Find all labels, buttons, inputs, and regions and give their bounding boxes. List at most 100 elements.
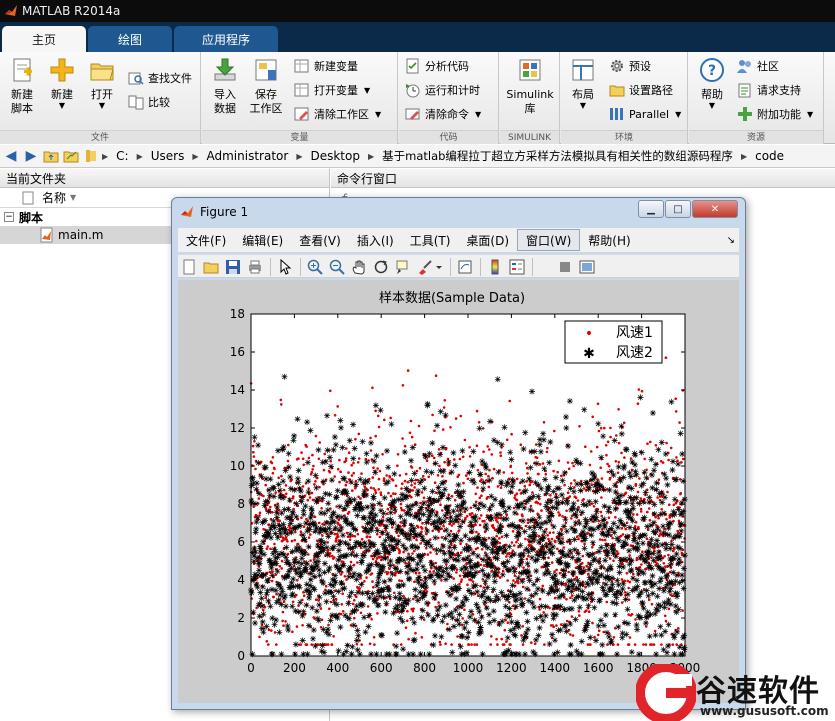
scatter-point-series1 [496,643,499,646]
scatter-point-series1 [339,573,343,576]
find-files-button[interactable]: 查找文件 [128,68,192,88]
zoom-in-icon[interactable] [306,258,324,276]
hide-plot-tools-icon[interactable] [556,258,574,276]
menu-insert[interactable]: 插入(I) [349,229,402,251]
open-file-icon[interactable] [202,258,220,276]
scatter-point-series1 [280,474,283,478]
new-script-button[interactable]: 新建 脚本 [3,56,41,128]
minimize-button[interactable]: ▁ [638,200,664,218]
scatter-point-series2 [421,590,428,597]
scatter-point-series1 [581,554,585,558]
up-folder-icon[interactable] [42,147,60,165]
tab-apps[interactable]: 应用程序 [174,26,278,52]
open-button[interactable]: 打开 ▼ [83,56,121,128]
scatter-point-series1 [333,556,336,559]
layout-button[interactable]: 布局 ▼ [564,56,602,128]
menu-file[interactable]: 文件(F) [178,229,234,251]
breadcrumb-item[interactable]: C: [112,149,132,163]
scatter-point-series1 [505,555,508,558]
menu-desktop[interactable]: 桌面(D) [458,229,517,251]
scatter-point-series2 [552,572,559,578]
menu-view[interactable]: 查看(V) [291,229,349,251]
show-plot-tools-icon[interactable] [578,258,596,276]
set-path-button[interactable]: 设置路径 [609,80,673,100]
breadcrumb-item[interactable]: 基于matlab编程拉丁超立方采样方法模拟具有相关性的数组源码程序 [378,148,737,164]
breadcrumb-item[interactable]: Desktop [306,149,364,163]
scatter-point-series1 [370,618,373,621]
breadcrumb-item[interactable]: Users [147,149,189,163]
forward-arrow-icon[interactable]: ▶ [22,147,40,165]
scatter-point-series2 [585,581,592,588]
scatter-point-series2 [459,518,466,525]
import-data-button[interactable]: 导入 数据 [206,56,244,128]
community-button[interactable]: 社区 [737,56,779,76]
scatter-point-series2 [396,590,403,597]
scatter-point-series2 [510,479,517,485]
close-button[interactable]: ✕ [692,200,738,218]
chart-legend[interactable]: • 风速1 ✱ 风速2 [564,320,663,364]
tab-plots[interactable]: 绘图 [88,26,172,52]
zoom-out-icon[interactable] [328,258,346,276]
scatter-point-series2 [307,427,314,434]
analyze-code-button[interactable]: 分析代码 [405,56,469,76]
simulink-library-button[interactable]: Simulink 库 [502,56,558,128]
tab-home[interactable]: 主页 [2,26,86,52]
scatter-point-series2 [323,519,330,526]
menu-tools[interactable]: 工具(T) [402,229,459,251]
figure-title-bar[interactable]: Figure 1 ▁ □ ✕ [172,198,745,226]
scatter-point-series2 [643,614,650,621]
scatter-point-series2 [449,649,456,656]
rotate-3d-icon[interactable] [372,258,390,276]
back-arrow-icon[interactable]: ◀ [2,147,20,165]
print-icon[interactable] [246,258,264,276]
dock-arrow-icon[interactable]: ↘ [727,235,735,246]
open-variable-button[interactable]: 打开变量 ▼ [294,80,370,100]
run-and-time-button[interactable]: 运行和计时 [405,80,480,100]
new-variable-button[interactable]: 新建变量 [294,56,358,76]
scatter-point-series2 [432,632,438,639]
scatter-point-series1 [458,457,462,461]
breadcrumb-item[interactable]: code [751,149,788,163]
menu-help[interactable]: 帮助(H) [580,229,638,251]
scatter-point-series2 [628,649,635,656]
scatter-point-series2 [428,572,435,579]
clear-commands-button[interactable]: 清除命令 ▼ [405,104,481,124]
y-tick-label: 10 [230,459,245,473]
preferences-button[interactable]: 预设 [609,56,651,76]
scatter-point-series2 [442,412,449,419]
parallel-button[interactable]: Parallel ▼ [609,104,681,124]
pointer-icon[interactable] [276,258,294,276]
request-support-button[interactable]: 请求支持 [737,80,801,100]
menu-edit[interactable]: 编辑(E) [234,229,291,251]
brush-icon[interactable] [416,258,444,276]
scatter-point-series1 [347,451,351,454]
scatter-point-series1 [338,458,341,462]
add-ons-button[interactable]: 附加功能 ▼ [737,104,813,124]
legend-icon[interactable] [508,258,526,276]
pan-hand-icon[interactable] [350,258,368,276]
colorbar-icon[interactable] [486,258,504,276]
scatter-point-series2 [442,535,449,542]
y-tick-label: 18 [230,307,245,321]
scatter-point-series2 [450,508,457,515]
maximize-button[interactable]: □ [665,200,691,218]
scatter-point-series2 [255,459,262,466]
link-plot-icon[interactable] [456,258,474,276]
new-button[interactable]: 新建 ▼ [43,56,81,128]
collapse-icon[interactable]: − [4,212,14,222]
data-cursor-icon[interactable] [394,258,412,276]
scatter-point-series1 [340,603,344,606]
scatter-point-series1 [482,450,485,453]
help-button[interactable]: ? 帮助 ▼ [693,56,731,128]
scatter-point-series2 [506,504,512,511]
browse-folder-icon[interactable] [62,147,80,165]
menu-window[interactable]: 窗口(W) [517,229,581,251]
clear-workspace-button[interactable]: 清除工作区 ▼ [294,104,381,124]
save-icon[interactable] [224,258,242,276]
figure-canvas[interactable]: 样本数据(Sample Data) 0 200 400 600 800 1000 1200 1… [178,280,739,703]
x-tick-label: 600 [370,661,393,675]
breadcrumb-item[interactable]: Administrator [203,149,293,163]
new-figure-icon[interactable] [180,258,198,276]
save-workspace-button[interactable]: 保存 工作区 [246,56,286,128]
compare-button[interactable]: 比较 [128,92,170,112]
